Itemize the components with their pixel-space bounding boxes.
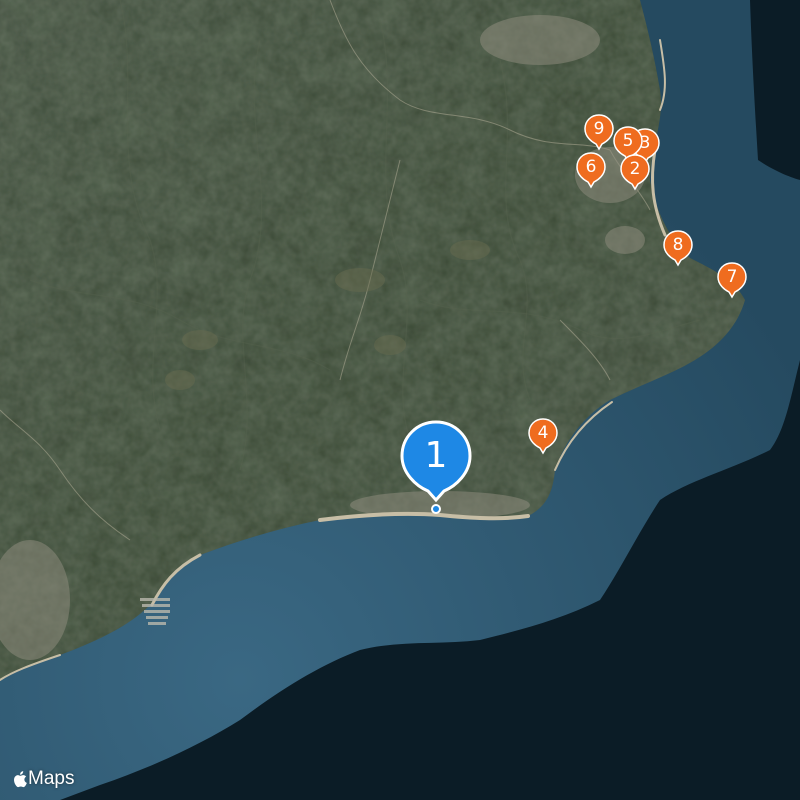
map-pin-1[interactable]: 1: [400, 420, 472, 514]
map-pin-8[interactable]: 8: [663, 230, 693, 270]
pin-label: 6: [585, 157, 597, 177]
pin-label: 5: [622, 131, 634, 151]
map-view[interactable]: 1 9 3 5 6 2 8 7 4 Maps: [0, 0, 800, 800]
map-pin-4[interactable]: 4: [528, 418, 558, 458]
attribution-label: Maps: [28, 768, 75, 789]
map-pin-9[interactable]: 9: [584, 114, 614, 154]
apple-logo-icon: [14, 771, 27, 788]
pin-label: 8: [672, 235, 684, 255]
pin-label: 2: [629, 159, 641, 179]
map-pin-6[interactable]: 6: [576, 152, 606, 192]
satellite-map: [0, 0, 800, 800]
pin-label: 9: [593, 119, 605, 139]
map-pin-7[interactable]: 7: [717, 262, 747, 302]
map-pin-2[interactable]: 2: [620, 154, 650, 194]
pin-label: 4: [537, 423, 549, 443]
maps-attribution[interactable]: Maps: [12, 768, 74, 790]
pin-label: 1: [424, 435, 448, 476]
pin-label: 7: [726, 267, 738, 287]
